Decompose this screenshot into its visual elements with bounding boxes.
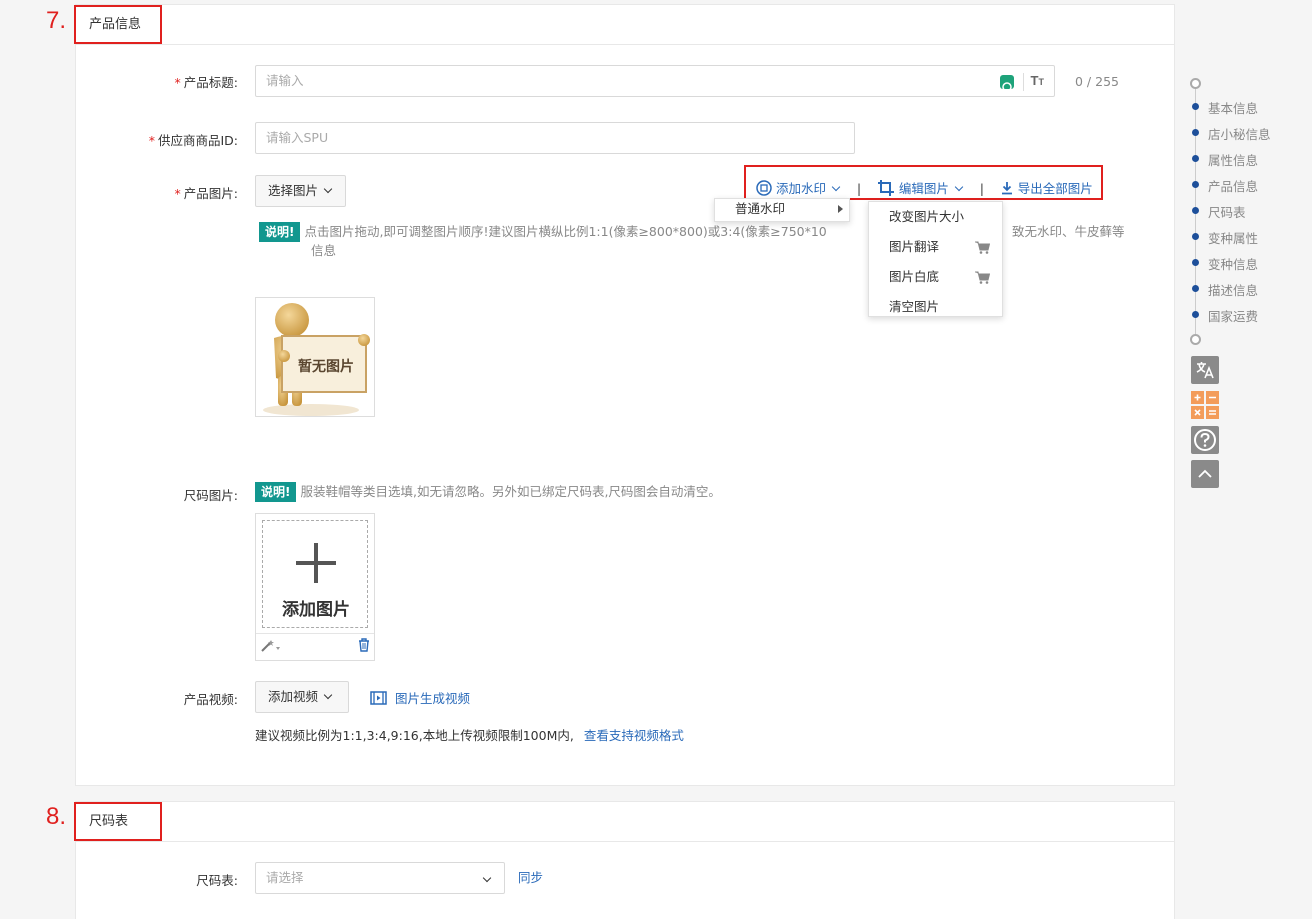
step-8-annotation: 8. [46,803,67,830]
nav-item-size-chart[interactable]: 尺码表 [1208,202,1246,221]
help-tool-button[interactable] [1191,426,1219,454]
product-images-label: * 产品图片: [174,186,238,201]
ai-assist-icon[interactable] [1000,75,1014,92]
back-to-top-button[interactable] [1191,460,1219,488]
note-line2: 信息 [311,243,337,258]
spu-label: * 供应商商品ID: [148,133,238,148]
edit-menu-item-clear[interactable]: 清空图片 [869,292,1002,322]
toolbar-separator: | [979,182,984,196]
nav-item-dxm-info[interactable]: 店小秘信息 [1208,124,1271,143]
nav-item-basic-info[interactable]: 基本信息 [1208,98,1258,117]
nav-start-circle [1190,78,1201,89]
panel-header: 尺码表 [74,802,1174,842]
sync-link[interactable]: 同步 [518,867,543,886]
export-all-images-button[interactable]: 导出全部图片 [1000,181,1093,196]
nav-item-description[interactable]: 描述信息 [1208,280,1258,299]
chevron-up-icon [1198,469,1212,478]
submenu-arrow-icon [838,205,843,213]
panel-title: 产品信息 [74,5,162,44]
nav-item-variant-attrs[interactable]: 变种属性 [1208,228,1258,247]
text-size-icon[interactable]: TT [1031,66,1044,97]
no-image-placeholder: 暂无图片 [255,297,375,417]
edit-image-button[interactable]: 编辑图片 [877,180,966,196]
video-hint: 建议视频比例为1:1,3:4,9:16,本地上传视频限制100M内, 查看支持视… [255,728,684,743]
calculator-icon [1191,391,1219,419]
cart-icon [975,271,990,284]
crop-icon [877,180,894,196]
image-toolbar: 添加水印 | 编辑图片 | 导出全部图片 [756,179,1093,197]
film-icon [370,691,387,705]
product-title-input[interactable]: 请输入 TT [255,65,1055,97]
help-icon [1194,429,1216,451]
watermark-menu-item-normal[interactable]: 普通水印 [715,199,849,221]
add-image-dropzone[interactable]: 添加图片 [262,520,368,628]
note-tail: 致无水印、牛皮藓等 [1012,224,1125,239]
watermark-button[interactable]: 添加水印 [756,180,843,196]
magic-wand-icon[interactable] [260,639,282,653]
step-7-annotation: 7. [46,7,67,34]
select-image-button[interactable]: 选择图片 [255,175,346,207]
toolbar-separator: | [856,182,862,196]
add-image-text: 添加图片 [282,600,350,620]
size-image-label: 尺码图片: [183,488,238,503]
calculator-tool-button[interactable] [1191,391,1219,419]
product-video-label: 产品视频: [183,692,238,707]
nav-item-product-info[interactable]: 产品信息 [1208,176,1258,195]
nav-item-shipping[interactable]: 国家运费 [1208,306,1258,325]
edit-image-menu: 改变图片大小 图片翻译 图片白底 清空图片 [868,201,1003,317]
supported-formats-link[interactable]: 查看支持视频格式 [584,728,684,743]
cart-icon [975,241,990,254]
chevron-down-icon [482,873,492,883]
add-video-button[interactable]: 添加视频 [255,681,349,713]
download-icon [1001,182,1012,195]
plus-icon [296,543,336,583]
edit-menu-item-translate[interactable]: 图片翻译 [869,232,1002,262]
edit-menu-item-white-bg[interactable]: 图片白底 [869,262,1002,292]
nav-item-variant-info[interactable]: 变种信息 [1208,254,1258,273]
translate-tool-button[interactable] [1191,356,1219,384]
trash-icon[interactable] [358,638,370,652]
title-char-counter: 0 / 255 [1075,74,1119,89]
note-badge: 说明! [255,482,297,502]
size-chart-panel: 尺码表 [74,801,1175,919]
size-image-note: 说明! 服装鞋帽等类目选填,如无请忽略。另外如已绑定尺码表,尺码图会自动清空。 [255,482,721,502]
panel-header: 产品信息 [74,5,1174,45]
size-chart-select[interactable]: 请选择 [255,862,505,894]
spu-input[interactable]: 请输入SPU [255,122,855,154]
no-image-text: 暂无图片 [298,359,354,375]
size-chart-label: 尺码表: [196,873,238,888]
panel-title: 尺码表 [74,802,162,841]
nav-item-attributes[interactable]: 属性信息 [1208,150,1258,169]
nav-end-circle [1190,334,1201,345]
size-image-uploader[interactable]: 添加图片 [255,513,375,661]
edit-menu-item-resize[interactable]: 改变图片大小 [869,202,1002,232]
watermark-menu: 普通水印 [714,198,850,222]
translate-icon [1196,362,1214,379]
product-title-label: * 产品标题: [174,75,238,90]
note-badge: 说明! [259,222,301,242]
generate-video-link[interactable]: 图片生成视频 [370,688,470,707]
watermark-icon [756,180,772,196]
